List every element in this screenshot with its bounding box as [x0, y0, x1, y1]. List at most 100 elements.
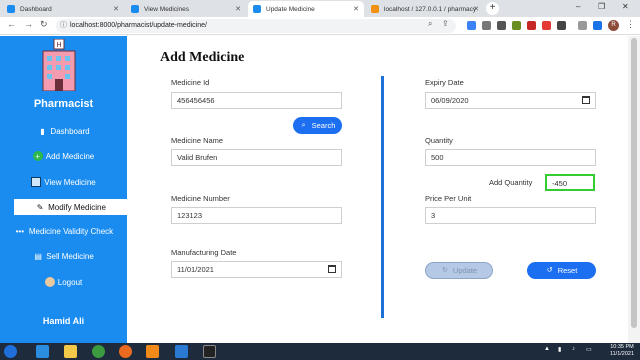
medicine-name-input[interactable]: Valid Brufen: [171, 149, 342, 166]
tab-favicon-icon: [371, 5, 379, 13]
file-explorer-icon[interactable]: [64, 345, 77, 358]
price-per-unit-input[interactable]: 3: [425, 207, 596, 224]
column-divider: [381, 76, 384, 318]
sidebar-item-validity-check[interactable]: ••• Medicine Validity Check: [0, 223, 127, 239]
app-icon[interactable]: [203, 345, 216, 358]
extension-icon[interactable]: [497, 21, 506, 30]
start-button-icon[interactable]: [4, 345, 17, 358]
back-icon[interactable]: ←: [7, 19, 16, 29]
hospital-logo-icon: H: [42, 39, 76, 91]
sidebar-item-label: Add Medicine: [45, 151, 95, 161]
tab-update-medicine[interactable]: Update Medicine ✕: [248, 1, 364, 17]
page-title: Add Medicine: [160, 50, 245, 65]
sidebar-item-label: Dashboard: [50, 126, 90, 136]
tray-arrow-icon[interactable]: ▲: [544, 346, 550, 352]
extension-icon[interactable]: [467, 21, 476, 30]
update-button[interactable]: ↻ Update: [425, 262, 493, 279]
tab-dashboard[interactable]: Dashboard ✕: [2, 1, 124, 17]
maximize-icon[interactable]: ❐: [598, 2, 605, 11]
add-quantity-label: Add Quantity: [489, 178, 533, 187]
edit-icon: ✎: [36, 202, 44, 212]
medicine-number-input[interactable]: 123123: [171, 207, 342, 224]
extension-icon[interactable]: [542, 21, 551, 30]
brand-title: Pharmacist: [33, 98, 94, 110]
scrollbar[interactable]: [628, 36, 640, 343]
scrollbar-thumb[interactable]: [631, 38, 637, 328]
minimize-icon[interactable]: –: [576, 2, 580, 11]
reset-icon: ↺: [546, 266, 553, 274]
tab-label: Update Medicine: [266, 5, 315, 13]
avatar-icon: [44, 277, 55, 287]
xampp-icon[interactable]: [146, 345, 159, 358]
manufacturing-date-input[interactable]: 11/01/2021: [171, 261, 342, 278]
expiry-date-input[interactable]: 06/09/2020: [425, 92, 596, 109]
sidebar: H Pharmacist ▮ Dashboard + Add Medicine …: [0, 36, 127, 343]
extension-icon[interactable]: [512, 21, 521, 30]
monitor-icon: [31, 177, 42, 187]
profile-avatar[interactable]: R: [608, 20, 619, 31]
medicine-name-label: Medicine Name: [171, 136, 224, 145]
dots-icon: •••: [15, 226, 25, 236]
extension-icon[interactable]: [593, 21, 602, 30]
medicine-id-input[interactable]: 456456456: [171, 92, 342, 109]
zoom-icon[interactable]: ⌕: [428, 19, 432, 29]
tab-phpmyadmin[interactable]: localhost / 127.0.0.1 / pharmacy ✕: [366, 1, 484, 17]
calendar-icon[interactable]: [582, 96, 590, 104]
close-icon[interactable]: ✕: [473, 5, 479, 13]
search-button[interactable]: ⌕ Search: [293, 117, 342, 134]
update-button-label: Update: [452, 266, 478, 275]
sidebar-item-add-medicine[interactable]: + Add Medicine: [0, 148, 127, 164]
ie-icon[interactable]: [36, 345, 49, 358]
reload-icon[interactable]: ↻: [40, 19, 48, 30]
info-icon[interactable]: ⓘ: [60, 19, 67, 33]
price-per-unit-label: Price Per Unit: [425, 194, 472, 203]
clock-date: 11/1/2021: [609, 351, 635, 357]
svg-text:H: H: [56, 41, 61, 49]
menu-icon[interactable]: ⋮: [626, 19, 635, 30]
taskbar: ▲ ▮ ♪ ▭ 10:35 PM 11/1/2021: [0, 343, 640, 360]
close-icon[interactable]: ✕: [235, 5, 241, 13]
extension-icon[interactable]: [482, 21, 491, 30]
sidebar-item-modify-medicine[interactable]: ✎ Modify Medicine: [14, 199, 127, 215]
refresh-icon: ↻: [441, 266, 448, 274]
sidebar-item-sell-medicine[interactable]: ▤ Sell Medicine: [0, 248, 127, 264]
sidebar-item-view-medicine[interactable]: View Medicine: [0, 174, 127, 190]
reset-button-label: Reset: [557, 266, 578, 275]
sidebar-item-dashboard[interactable]: ▮ Dashboard: [0, 123, 127, 139]
close-icon[interactable]: ✕: [113, 5, 119, 13]
tab-label: View Medicines: [144, 5, 190, 13]
quantity-label: Quantity: [425, 136, 453, 145]
vscode-icon[interactable]: [175, 345, 188, 358]
medicine-number-label: Medicine Number: [171, 194, 230, 203]
calendar-icon[interactable]: [328, 265, 336, 273]
reset-button[interactable]: ↺ Reset: [527, 262, 596, 279]
puzzle-icon[interactable]: [578, 21, 587, 30]
sidebar-item-label: Modify Medicine: [48, 202, 106, 212]
manufacturing-date-value: 11/01/2021: [177, 265, 214, 274]
medicine-id-label: Medicine Id: [171, 78, 210, 87]
url-input[interactable]: ⓘ localhost:8000/pharmacist/update-medic…: [56, 19, 456, 33]
network-icon[interactable]: ▮: [558, 346, 561, 353]
sidebar-item-logout[interactable]: Logout: [0, 274, 127, 290]
share-icon[interactable]: ⇪: [442, 19, 449, 28]
tab-label: Dashboard: [20, 5, 52, 13]
taskbar-clock[interactable]: 10:35 PM 11/1/2021: [604, 344, 640, 358]
extension-icon[interactable]: [527, 21, 536, 30]
close-icon[interactable]: ✕: [353, 5, 359, 13]
cart-icon: ▤: [34, 251, 42, 261]
add-quantity-input[interactable]: -450: [545, 174, 595, 191]
dashboard-icon: ▮: [40, 126, 45, 136]
tab-view-medicines[interactable]: View Medicines ✕: [126, 1, 246, 17]
manufacturing-date-label: Manufacturing Date: [171, 248, 237, 257]
battery-icon[interactable]: ▭: [586, 346, 592, 353]
forward-icon[interactable]: →: [24, 19, 33, 29]
extension-icon[interactable]: [557, 21, 566, 30]
volume-icon[interactable]: ♪: [572, 346, 575, 352]
sidebar-item-label: View Medicine: [44, 177, 96, 187]
new-tab-button[interactable]: +: [486, 2, 499, 15]
firefox-icon[interactable]: [119, 345, 132, 358]
quantity-input[interactable]: 500: [425, 149, 596, 166]
chrome-icon[interactable]: [92, 345, 105, 358]
tab-strip: Dashboard ✕ View Medicines ✕ Update Medi…: [0, 0, 640, 17]
window-close-icon[interactable]: ✕: [622, 2, 629, 11]
